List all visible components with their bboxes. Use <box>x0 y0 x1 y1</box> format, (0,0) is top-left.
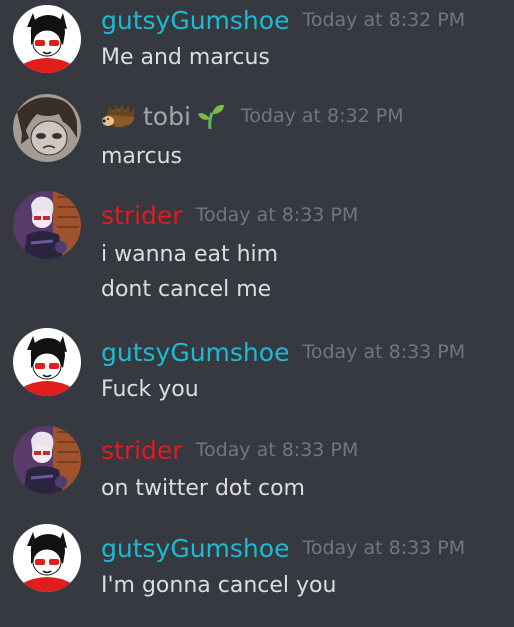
message-header: tobi Today at 8:32 PM <box>101 99 404 133</box>
timestamp: Today at 8:33 PM <box>195 439 359 461</box>
username[interactable]: strider <box>101 436 183 465</box>
message-text: marcus <box>101 144 182 169</box>
message-text: on twitter dot com <box>101 476 305 501</box>
message-text: Me and marcus <box>101 45 270 70</box>
message-header: gutsyGumshoe Today at 8:33 PM <box>101 335 465 369</box>
message-text: I'm gonna cancel you <box>101 573 337 598</box>
message-text: dont cancel me <box>101 277 272 302</box>
avatar[interactable] <box>13 524 81 592</box>
timestamp: Today at 8:33 PM <box>302 341 466 363</box>
timestamp: Today at 8:32 PM <box>302 9 466 31</box>
avatar[interactable] <box>13 328 81 396</box>
username[interactable]: gutsyGumshoe <box>101 534 289 563</box>
username[interactable]: gutsyGumshoe <box>101 6 289 35</box>
message-header: gutsyGumshoe Today at 8:32 PM <box>101 3 465 37</box>
message-header: strider Today at 8:33 PM <box>101 198 358 232</box>
chat-message-list: gutsyGumshoe Today at 8:32 PM Me and mar… <box>0 0 514 627</box>
hedgehog-emoji-icon <box>101 103 137 129</box>
timestamp: Today at 8:33 PM <box>302 537 466 559</box>
username[interactable]: tobi <box>143 102 191 131</box>
timestamp: Today at 8:33 PM <box>195 204 359 226</box>
timestamp: Today at 8:32 PM <box>240 105 404 127</box>
avatar[interactable] <box>13 94 81 162</box>
message-text: Fuck you <box>101 377 199 402</box>
avatar[interactable] <box>13 5 81 73</box>
message-text: i wanna eat him <box>101 242 279 267</box>
message-header: gutsyGumshoe Today at 8:33 PM <box>101 531 465 565</box>
avatar[interactable] <box>13 426 81 494</box>
avatar[interactable] <box>13 191 81 259</box>
username[interactable]: strider <box>101 201 183 230</box>
seedling-emoji-icon <box>197 102 225 130</box>
message-header: strider Today at 8:33 PM <box>101 433 358 467</box>
username[interactable]: gutsyGumshoe <box>101 338 289 367</box>
